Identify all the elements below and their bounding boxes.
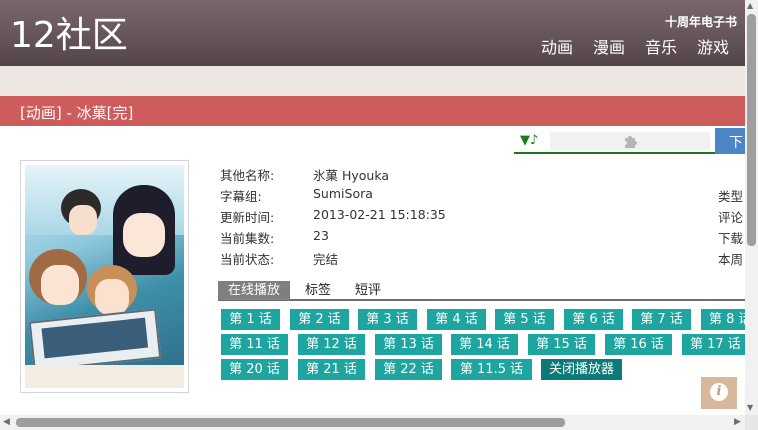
episode-button[interactable]: 第 8 话 [701, 309, 745, 330]
scroll-left-icon[interactable]: ◀ [3, 417, 10, 427]
info-value: 氷菓 Hyouka [313, 168, 390, 183]
site-logo[interactable]: 12社区 [10, 14, 128, 58]
anime-poster-image [25, 165, 184, 388]
episode-button[interactable]: 第 15 话 [528, 334, 595, 355]
page-title: [动画] - 冰菓[完] [20, 104, 134, 122]
horizontal-scrollbar[interactable]: ◀ ▶ [0, 415, 745, 430]
tab-tags[interactable]: 标签 [295, 281, 341, 300]
right-label-type: 类型 [718, 189, 744, 204]
info-button[interactable]: i [701, 377, 737, 409]
episode-button[interactable]: 第 7 话 [632, 309, 691, 330]
info-label: 字幕组: [220, 189, 262, 204]
tab-short-reviews[interactable]: 短评 [345, 281, 391, 300]
episode-button[interactable]: 第 5 话 [495, 309, 554, 330]
episode-button[interactable]: 第 6 话 [564, 309, 623, 330]
episode-button[interactable]: 第 20 话 [221, 359, 288, 380]
plugin-placeholder[interactable] [550, 132, 710, 150]
page: 12社区 十周年电子书 动画 漫画 音乐 游戏 [动画] - 冰菓[完] ▼♪ … [0, 0, 758, 430]
episode-button[interactable]: 第 17 话 [682, 334, 745, 355]
info-value: 完结 [313, 252, 339, 267]
nav-music[interactable]: 音乐 [645, 38, 677, 58]
ebook-link[interactable]: 十周年电子书 [665, 13, 737, 30]
episode-button[interactable]: 第 11 话 [221, 334, 288, 355]
right-label-weekly: 本周 [718, 252, 744, 267]
site-header: 12社区 十周年电子书 动画 漫画 音乐 游戏 [0, 0, 745, 66]
scroll-down-icon[interactable]: ▼ [747, 404, 753, 412]
episode-button[interactable]: 第 22 话 [375, 359, 442, 380]
nav-anime[interactable]: 动画 [541, 38, 573, 58]
episode-button[interactable]: 第 12 话 [298, 334, 365, 355]
sub-bar [0, 66, 745, 96]
horizontal-scroll-thumb[interactable] [16, 418, 565, 427]
info-label: 当前状态: [220, 252, 275, 267]
vertical-scrollbar[interactable]: ▲ ▼ [745, 0, 758, 415]
info-icon: i [710, 383, 728, 401]
player-toolbar: ▼♪ [514, 130, 715, 154]
main-nav: 动画 漫画 音乐 游戏 [541, 38, 729, 58]
content-tabs: 在线播放 标签 短评 [218, 281, 745, 301]
info-value[interactable]: SumiSora [313, 186, 373, 201]
episode-button[interactable]: 第 21 话 [298, 359, 365, 380]
poster-frame [20, 160, 189, 393]
episode-button[interactable]: 第 13 话 [375, 334, 442, 355]
title-bar: [动画] - 冰菓[完] [0, 96, 745, 126]
episode-button[interactable]: 第 16 话 [605, 334, 672, 355]
nav-manga[interactable]: 漫画 [593, 38, 625, 58]
puzzle-icon [622, 133, 638, 152]
info-value: 2013-02-21 15:18:35 [313, 207, 446, 222]
scroll-up-icon[interactable]: ▲ [747, 2, 753, 10]
tab-online-play[interactable]: 在线播放 [218, 281, 291, 300]
scrollbar-corner [745, 415, 758, 430]
episode-button[interactable]: 第 2 话 [290, 309, 349, 330]
info-label: 其他名称: [220, 168, 275, 183]
episode-button[interactable]: 第 14 话 [451, 334, 518, 355]
info-value: 23 [313, 228, 329, 243]
episode-button[interactable]: 第 3 话 [358, 309, 417, 330]
download-button[interactable]: 下 [715, 128, 745, 154]
episode-button[interactable]: 第 11.5 话 [451, 359, 532, 380]
info-label: 当前集数: [220, 231, 275, 246]
right-label-comments: 评论 [718, 210, 744, 225]
info-label: 更新时间: [220, 210, 275, 225]
music-toggle-icon[interactable]: ▼♪ [520, 133, 538, 148]
vertical-scroll-thumb[interactable] [747, 14, 756, 246]
episode-button[interactable]: 第 4 话 [427, 309, 486, 330]
close-player-button[interactable]: 关闭播放器 [541, 359, 622, 380]
episode-button[interactable]: 第 1 话 [221, 309, 280, 330]
right-label-downloads: 下载 [718, 231, 744, 246]
nav-games[interactable]: 游戏 [697, 38, 729, 58]
scroll-right-icon[interactable]: ▶ [734, 417, 741, 427]
